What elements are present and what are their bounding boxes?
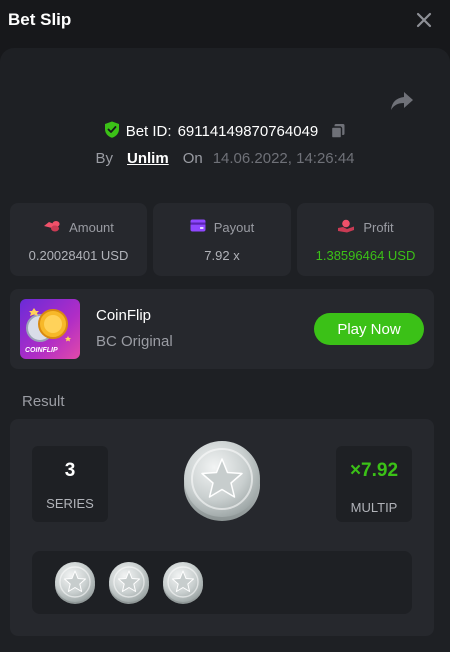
multiplier-label: MULTIP [350,500,398,515]
copy-icon[interactable] [330,123,346,139]
amount-card: Amount 0.20028401 USD [10,203,147,276]
series-label: SERIES [46,496,94,511]
silver-star-coin-icon [108,562,150,604]
close-icon[interactable] [412,8,436,32]
on-label: On [182,149,203,167]
game-thumbnail[interactable]: COINFLIP [20,299,80,359]
silver-star-coin-icon [182,441,262,523]
payout-label: Payout [213,219,255,235]
bet-byline: By Unlim On 14.06.2022, 14:26:44 [0,147,450,169]
amount-value: 0.20028401 USD [28,248,129,263]
username-link[interactable]: Unlim [127,150,169,167]
result-title: Result [22,393,65,410]
coins-icon [43,219,61,236]
profit-value: 1.38596464 USD [315,248,416,263]
profit-card: Profit 1.38596464 USD [297,203,434,276]
payout-card: Payout 7.92 x [153,203,291,276]
result-panel: 3 SERIES ×7.92 MULTIP [10,419,434,636]
bet-datetime: 14.06.2022, 14:26:44 [212,149,355,167]
game-name: CoinFlip [96,307,152,324]
profit-label: Profit [363,220,394,235]
bet-id-row: Bet ID: 69114149870764049 [0,120,450,142]
card-icon [190,219,206,235]
amount-label: Amount [69,220,114,235]
series-value: 3 [64,460,76,481]
game-provider: BC Original [96,333,173,350]
game-card: COINFLIP CoinFlip BC Original Play Now [10,289,434,369]
by-label: By [95,149,114,167]
silver-star-coin-icon [162,562,204,604]
play-now-button[interactable]: Play Now [314,313,424,345]
bet-slip-header: Bet Slip [0,0,450,48]
silver-star-coin-icon [54,562,96,604]
game-thumb-text: COINFLIP [25,347,58,354]
dialog-title: Bet Slip [8,10,72,29]
hand-coin-icon [337,219,355,236]
bet-id-label: Bet ID: [125,122,172,140]
coin-history [32,551,412,614]
bet-id-value: 69114149870764049 [177,122,319,140]
share-icon[interactable] [390,90,414,112]
verified-shield-icon [104,121,120,142]
payout-value: 7.92 x [204,248,240,263]
multiplier-value: ×7.92 [349,460,399,481]
multiplier-box: ×7.92 MULTIP [336,446,412,522]
series-box: 3 SERIES [32,446,108,522]
